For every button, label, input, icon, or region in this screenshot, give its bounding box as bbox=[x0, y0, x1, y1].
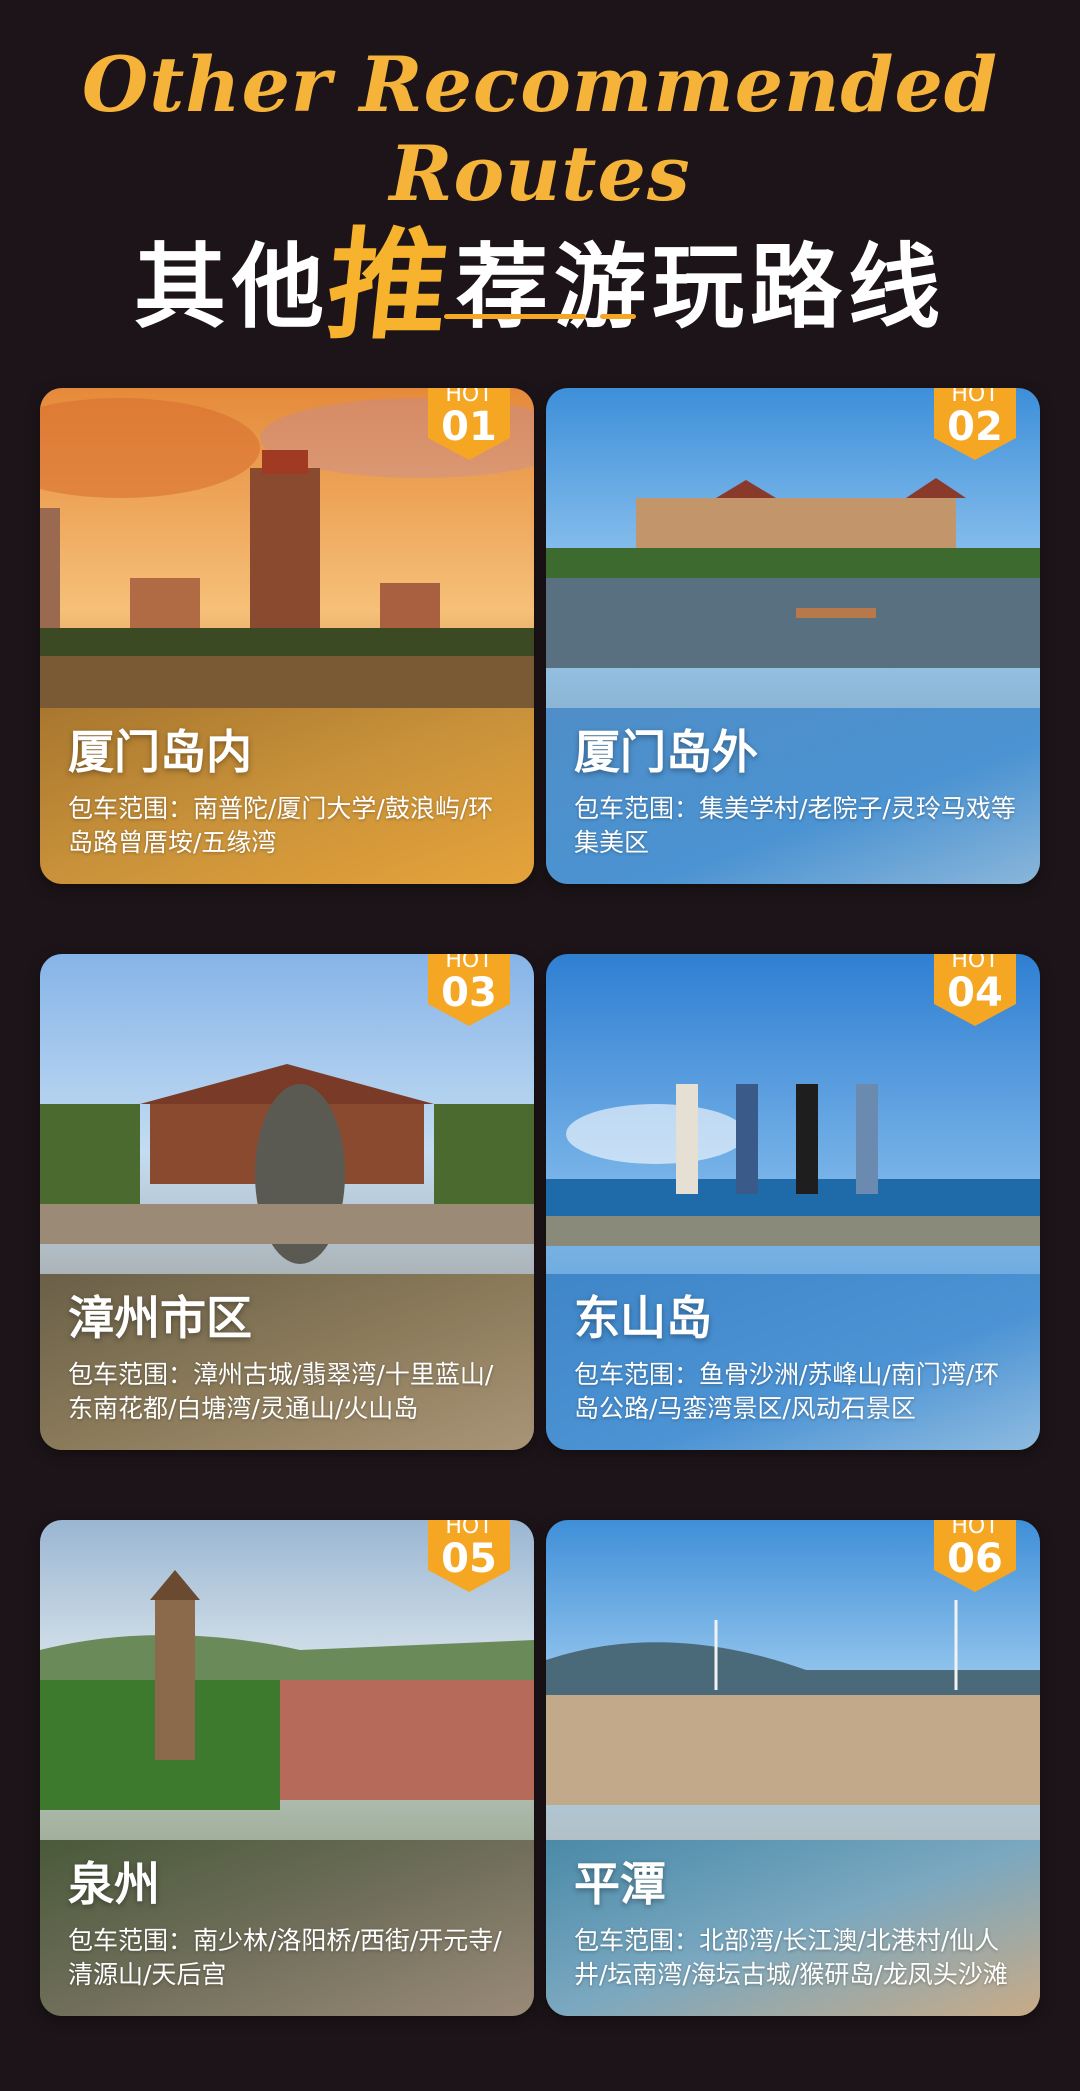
badge-number: 06 bbox=[947, 1536, 1003, 1582]
badge-number: 01 bbox=[441, 404, 497, 450]
title-highlight: 推 bbox=[320, 217, 462, 356]
badge-number: 04 bbox=[947, 970, 1003, 1016]
route-card-01[interactable]: 厦门岛内 包车范围：南普陀/厦门大学/鼓浪屿/环岛路曾厝垵/五缘湾 HOT 01 bbox=[40, 388, 534, 884]
route-description: 包车范围：南普陀/厦门大学/鼓浪屿/环岛路曾厝垵/五缘湾 bbox=[68, 794, 494, 857]
hot-badge: HOT 03 bbox=[428, 954, 510, 1030]
hot-badge: HOT 02 bbox=[934, 388, 1016, 464]
route-title: 泉州 bbox=[68, 1857, 160, 1911]
route-description: 包车范围：漳州古城/翡翠湾/十里蓝山/东南花都/白塘湾/灵通山/火山岛 bbox=[68, 1360, 494, 1423]
route-card-02[interactable]: 厦门岛外 包车范围：集美学村/老院子/灵玲马戏等集美区 HOT 02 bbox=[546, 388, 1040, 884]
title-underline bbox=[444, 314, 586, 319]
route-card-06[interactable]: 平潭 包车范围：北部湾/长江澳/北港村/仙人井/坛南湾/海坛古城/猴研岛/龙凤头… bbox=[546, 1520, 1040, 2016]
route-description: 包车范围：南少林/洛阳桥/西街/开元寺/清源山/天后宫 bbox=[68, 1926, 502, 1989]
route-description: 包车范围：鱼骨沙洲/苏峰山/南门湾/环岛公路/马銮湾景区/风动石景区 bbox=[574, 1360, 1000, 1423]
badge-number: 02 bbox=[947, 404, 1003, 450]
route-card-05[interactable]: 泉州 包车范围：南少林/洛阳桥/西街/开元寺/清源山/天后宫 HOT 05 bbox=[40, 1520, 534, 2016]
badge-number: 03 bbox=[441, 970, 497, 1016]
chinese-title: 其他推荐游玩路线 bbox=[0, 180, 1080, 356]
title-underline-dot bbox=[600, 314, 636, 319]
route-description: 包车范围：北部湾/长江澳/北港村/仙人井/坛南湾/海坛古城/猴研岛/龙凤头沙滩 bbox=[574, 1926, 1008, 1989]
page-header: Other Recommended Routes 其他推荐游玩路线 bbox=[0, 0, 1080, 356]
hot-badge: HOT 06 bbox=[934, 1520, 1016, 1596]
route-card-04[interactable]: 东山岛 包车范围：鱼骨沙洲/苏峰山/南门湾/环岛公路/马銮湾景区/风动石景区 H… bbox=[546, 954, 1040, 1450]
hot-badge: HOT 04 bbox=[934, 954, 1016, 1030]
route-title: 厦门岛外 bbox=[574, 725, 758, 779]
hot-badge: HOT 01 bbox=[428, 388, 510, 464]
route-title: 漳州市区 bbox=[68, 1291, 252, 1345]
route-title: 东山岛 bbox=[574, 1291, 712, 1345]
route-description: 包车范围：集美学村/老院子/灵玲马戏等集美区 bbox=[574, 794, 1016, 857]
title-pre: 其他 bbox=[133, 234, 330, 341]
badge-number: 05 bbox=[441, 1536, 497, 1582]
title-post: 荐游玩路线 bbox=[456, 234, 947, 341]
route-title: 平潭 bbox=[574, 1857, 666, 1911]
hot-badge: HOT 05 bbox=[428, 1520, 510, 1596]
route-title: 厦门岛内 bbox=[68, 725, 252, 779]
route-card-03[interactable]: 漳州市区 包车范围：漳州古城/翡翠湾/十里蓝山/东南花都/白塘湾/灵通山/火山岛… bbox=[40, 954, 534, 1450]
